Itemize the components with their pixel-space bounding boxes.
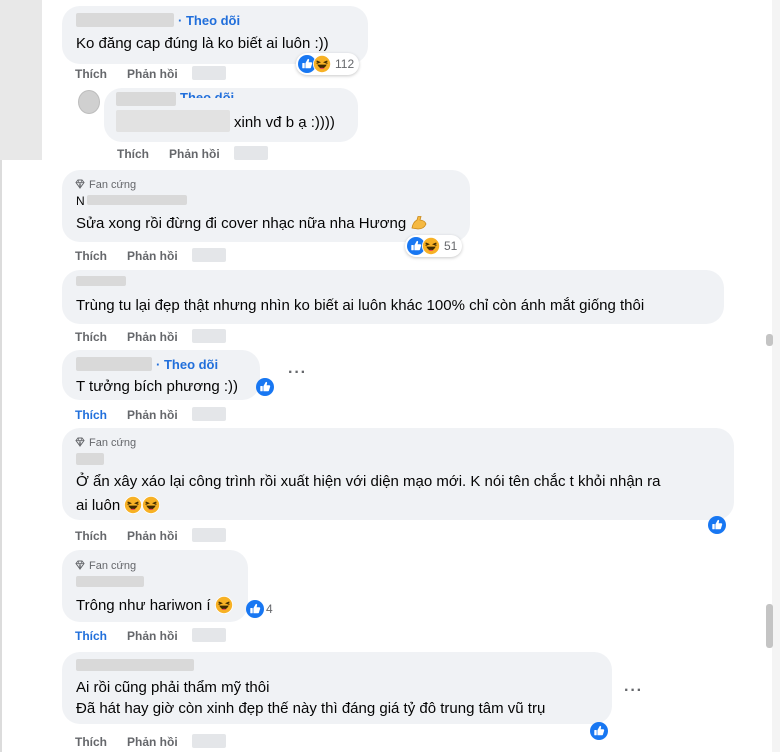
reply-button[interactable]: Phản hồi <box>127 735 178 749</box>
comment-text-line: Ở ẩn xây xáo lại công trình rồi xuất hiệ… <box>76 473 661 490</box>
author-name[interactable] <box>116 92 176 106</box>
comment-text: Ko đăng cap đúng là ko biết ai luôn :)) <box>76 35 329 52</box>
diamond-icon <box>75 437 85 447</box>
diamond-icon <box>75 179 85 189</box>
comment-text: Trông như hariwon í <box>76 596 233 616</box>
timestamp[interactable] <box>191 528 226 542</box>
author-name[interactable] <box>76 453 104 465</box>
reply-button[interactable]: Phản hồi <box>127 629 178 643</box>
like-button[interactable]: Thích <box>75 735 107 749</box>
comment-actions: Thích Phản hồi <box>75 734 226 750</box>
fan-badge: Fan cứng <box>75 436 136 450</box>
thumbs-up-icon <box>246 600 264 618</box>
comment-actions: Thích Phản hồi <box>75 66 226 82</box>
scrollbar-thumb[interactable] <box>766 334 773 346</box>
comment-text-line: Ai rồi cũng phải thẩm mỹ thôi <box>76 679 270 696</box>
reply-button[interactable]: Phản hồi <box>127 408 178 422</box>
comment-text: Trùng tu lại đẹp thật nhưng nhìn ko biết… <box>76 297 645 314</box>
reaction-summary[interactable]: 112 <box>296 53 360 75</box>
like-button[interactable]: Thích <box>75 249 107 263</box>
scrollbar-thumb[interactable] <box>766 604 773 648</box>
reply-button[interactable]: Phản hồi <box>127 67 178 81</box>
like-button[interactable]: Thích <box>75 408 107 422</box>
comment-text: T tưởng bích phương :)) <box>76 378 239 395</box>
author-name[interactable]: N <box>76 191 187 211</box>
comment-bubble: · Theo dõi T tưởng bích phương :)) <box>62 350 260 400</box>
reaction-count: 112 <box>335 57 355 71</box>
scrollbar-track[interactable] <box>772 0 780 752</box>
comment-actions: Thích Phản hồi <box>75 528 226 544</box>
timestamp[interactable] <box>191 66 226 80</box>
timestamp[interactable] <box>233 146 268 160</box>
follow-link[interactable]: · Theo dõi <box>156 357 218 373</box>
avatar[interactable] <box>78 90 100 114</box>
like-button[interactable]: Thích <box>75 629 107 643</box>
reply-button[interactable]: Phản hồi <box>169 147 220 161</box>
comment-text-line: Đã hát hay giờ còn xinh đẹp thế này thì … <box>76 700 546 717</box>
laughing-emoji-icon <box>142 496 160 514</box>
author-name-blur <box>86 195 187 205</box>
laughing-emoji-icon <box>215 596 233 614</box>
more-options-icon[interactable]: ··· <box>288 364 307 382</box>
reaction-summary[interactable]: 4 <box>244 598 278 620</box>
author-name[interactable] <box>76 659 194 671</box>
comment-bubble: Fan cứng Trông như hariwon í <box>62 550 248 622</box>
comment-actions: Thích Phản hồi <box>75 407 226 423</box>
author-name[interactable] <box>76 576 144 587</box>
laughing-emoji-icon <box>313 55 331 73</box>
comment-bubble: Fan cứng N Sửa xong rồi đừng đi cover nh… <box>62 170 470 242</box>
thumbs-up-icon[interactable] <box>256 378 274 396</box>
reply-button[interactable]: Phản hồi <box>127 249 178 263</box>
blurred-text <box>116 110 230 132</box>
comment-actions: Thích Phản hồi <box>75 248 226 264</box>
reply-button[interactable]: Phản hồi <box>127 330 178 344</box>
follow-dot: · <box>178 13 186 28</box>
timestamp[interactable] <box>191 407 226 421</box>
reply-button[interactable]: Phản hồi <box>127 529 178 543</box>
follow-link[interactable]: · Theo dõi <box>178 13 240 29</box>
comment-actions: Thích Phản hồi <box>75 329 226 345</box>
diamond-icon <box>75 560 85 570</box>
comment-bubble: Theo dõi xinh vđ b ạ :)))) <box>104 88 358 142</box>
laughing-emoji-icon <box>124 496 142 514</box>
author-name[interactable] <box>76 13 174 27</box>
reaction-count: 4 <box>266 602 273 616</box>
laughing-emoji-icon <box>422 237 440 255</box>
thumbs-up-icon[interactable] <box>708 516 726 534</box>
comment-bubble: Ai rồi cũng phải thẩm mỹ thôi Đã hát hay… <box>62 652 612 724</box>
timestamp[interactable] <box>191 329 226 343</box>
left-gutter <box>0 0 42 160</box>
author-name[interactable] <box>76 276 126 286</box>
timestamp[interactable] <box>191 734 226 748</box>
comment-bubble: Trùng tu lại đẹp thật nhưng nhìn ko biết… <box>62 270 724 324</box>
like-button[interactable]: Thích <box>75 330 107 344</box>
fan-badge: Fan cứng <box>75 559 136 573</box>
fan-badge: Fan cứng <box>75 178 136 192</box>
comment-bubble: Fan cứng Ở ẩn xây xáo lại công trình rồi… <box>62 428 734 520</box>
comment-actions: Thích Phản hồi <box>75 628 226 644</box>
follow-dot: · <box>156 357 164 372</box>
flexed-biceps-icon <box>410 214 428 232</box>
comment-text: xinh vđ b ạ :)))) <box>234 114 335 131</box>
follow-link[interactable]: Theo dõi <box>180 90 234 98</box>
timestamp[interactable] <box>191 248 226 262</box>
comment-actions: Thích Phản hồi <box>117 146 268 162</box>
thread-line <box>0 160 2 752</box>
like-button[interactable]: Thích <box>75 67 107 81</box>
like-button[interactable]: Thích <box>117 147 149 161</box>
timestamp[interactable] <box>191 628 226 642</box>
comment-text: Sửa xong rồi đừng đi cover nhạc nữa nha … <box>76 214 428 234</box>
author-name[interactable] <box>76 357 152 371</box>
reaction-summary[interactable]: 51 <box>405 235 463 257</box>
comment-text-line: ai luôn <box>76 496 160 516</box>
reaction-count: 51 <box>444 239 458 253</box>
like-button[interactable]: Thích <box>75 529 107 543</box>
thumbs-up-icon[interactable] <box>590 722 608 740</box>
more-options-icon[interactable]: ··· <box>624 682 643 700</box>
